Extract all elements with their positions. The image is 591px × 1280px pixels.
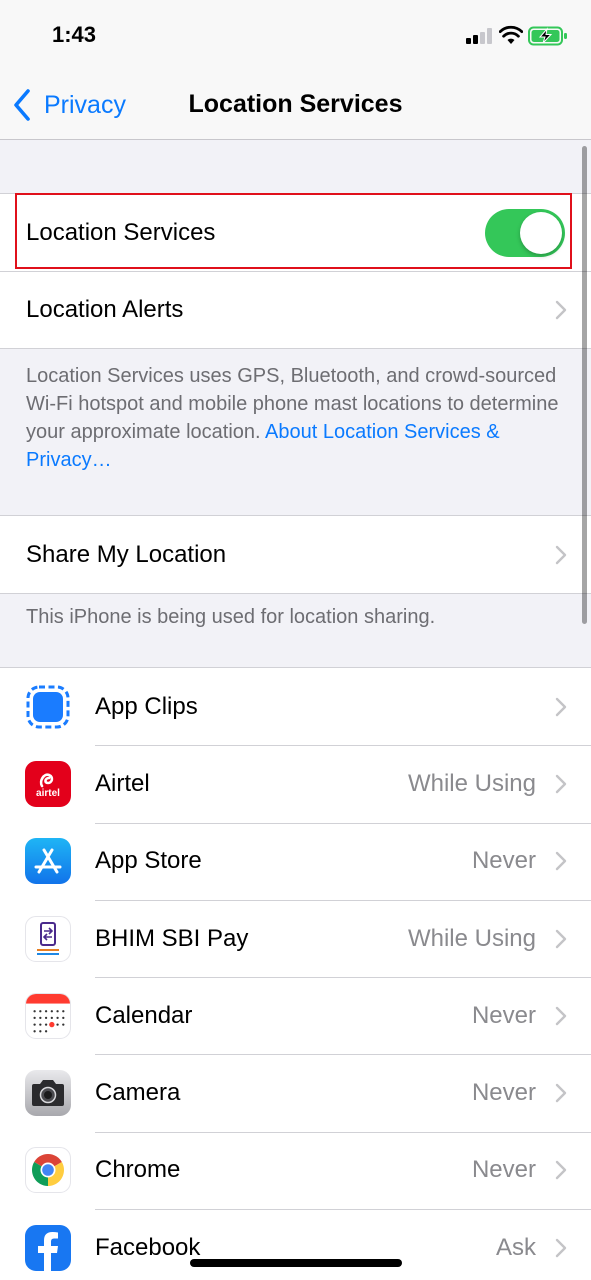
chevron-right-icon (555, 697, 567, 716)
app-name: BHIM SBI Pay (95, 924, 249, 952)
app-permission: While Using (407, 769, 536, 797)
chevron-right-icon (555, 1161, 567, 1180)
app-name: Chrome (95, 1156, 181, 1184)
share-my-location-label: Share My Location (26, 540, 227, 568)
app-name: App Store (95, 847, 202, 875)
list-item[interactable]: BHIM SBI Pay While Using (0, 899, 591, 977)
location-services-row: Location Services (0, 194, 591, 271)
airtel-icon: airtel (25, 760, 71, 807)
share-location-group: Share My Location (0, 515, 591, 594)
list-item[interactable]: Facebook Ask (0, 1209, 591, 1280)
status-bar: 1:43 (0, 0, 591, 70)
chevron-right-icon (555, 300, 567, 319)
app-name: App Clips (95, 692, 198, 720)
list-item[interactable]: Chrome Never (0, 1131, 591, 1209)
app-name: Calendar (95, 1001, 193, 1029)
status-time: 1:43 (52, 22, 97, 47)
airtel-icon-label: airtel (36, 787, 60, 799)
calendar-icon (25, 992, 71, 1039)
location-sharing-note: This iPhone is being used for location s… (26, 606, 436, 628)
share-my-location-row[interactable]: Share My Location (0, 516, 591, 593)
location-services-description: Location Services uses GPS, Bluetooth, a… (26, 362, 566, 474)
chevron-right-icon (555, 1083, 567, 1103)
list-item[interactable]: Calendar Never (0, 977, 591, 1054)
app-store-icon (25, 838, 71, 885)
app-clips-icon (25, 684, 71, 730)
location-alerts-label: Location Alerts (26, 295, 184, 323)
chevron-right-icon (555, 929, 567, 948)
scrollbar[interactable] (582, 146, 587, 624)
list-item[interactable]: Camera Never (0, 1054, 591, 1131)
chevron-right-icon (555, 852, 567, 871)
app-list: App Clips airtel Airtel While Using App … (0, 667, 591, 1280)
chevron-right-icon (555, 1006, 567, 1026)
page-title: Location Services (188, 90, 403, 118)
app-permission: Ask (495, 1233, 536, 1261)
home-indicator[interactable] (190, 1259, 402, 1267)
chevron-right-icon (555, 545, 567, 564)
list-item[interactable]: airtel Airtel While Using (0, 745, 591, 822)
location-settings-group: Location Services Location Alerts (0, 193, 591, 349)
app-permission: Never (471, 847, 536, 875)
chevron-right-icon (555, 1238, 567, 1257)
app-name: Facebook (95, 1233, 201, 1261)
location-services-toggle[interactable] (485, 208, 565, 257)
camera-icon (25, 1070, 71, 1117)
wifi-icon (499, 25, 523, 44)
location-services-label: Location Services (26, 218, 216, 246)
toggle-knob (520, 211, 562, 254)
app-permission: While Using (407, 924, 536, 952)
cellular-signal-icon (466, 28, 494, 44)
app-permission: Never (471, 1156, 536, 1184)
app-name: Camera (95, 1079, 181, 1107)
app-permission: Never (471, 1079, 536, 1107)
chrome-icon (25, 1147, 71, 1194)
facebook-icon (25, 1224, 71, 1271)
app-name: Airtel (95, 769, 150, 797)
list-item[interactable]: App Clips (0, 668, 591, 745)
list-item[interactable]: App Store Never (0, 822, 591, 900)
chevron-right-icon (555, 774, 567, 794)
bhim-sbi-pay-icon (25, 915, 71, 962)
location-alerts-row[interactable]: Location Alerts (0, 271, 591, 348)
battery-charging-icon (528, 26, 567, 46)
app-permission: Never (471, 1001, 536, 1029)
navigation-bar: Privacy Location Services (0, 70, 591, 140)
